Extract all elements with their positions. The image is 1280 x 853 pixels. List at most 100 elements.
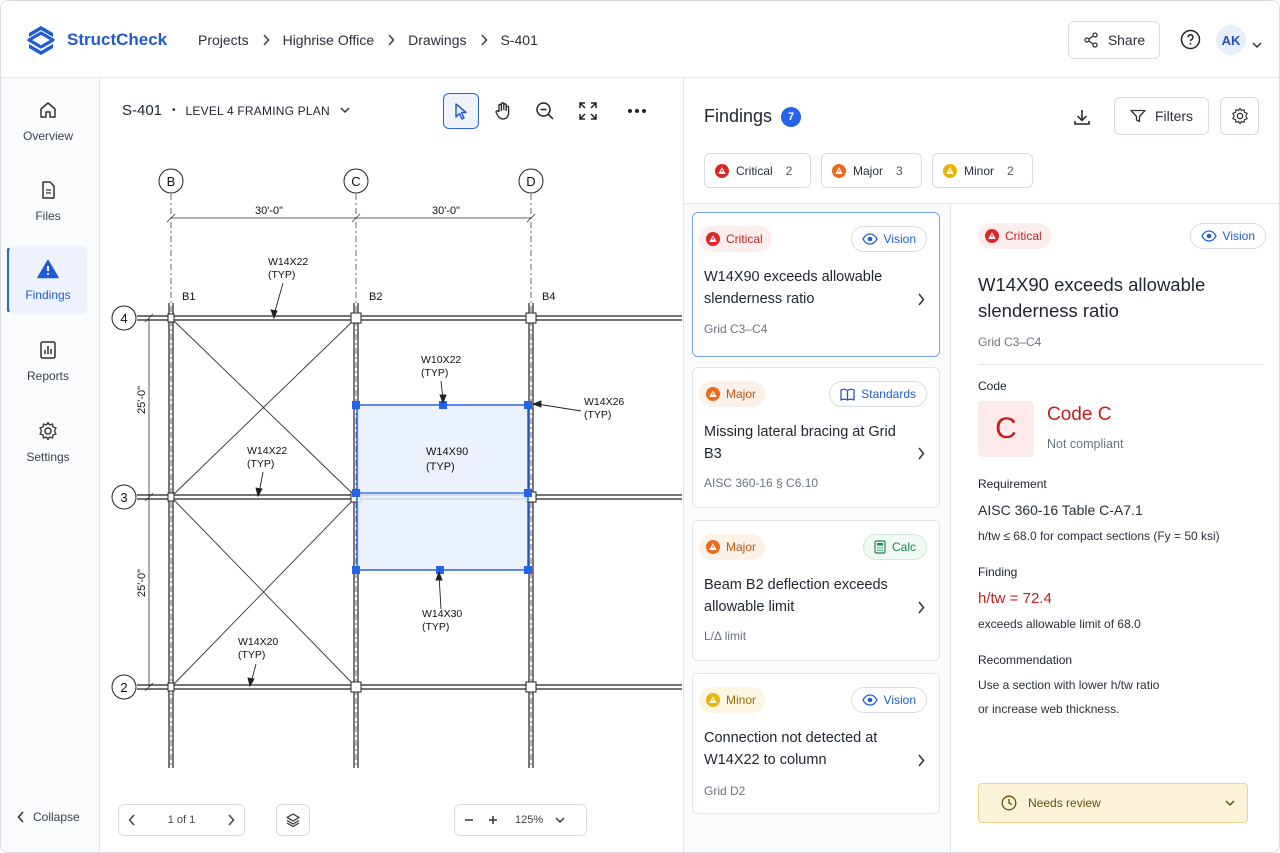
highlighted-beam-selection[interactable] <box>352 401 532 574</box>
source-badge: Vision <box>1189 223 1266 249</box>
finding-card[interactable]: Major Standards Missing lateral bracing … <box>692 367 940 508</box>
filter-chip-critical[interactable]: Critical 2 <box>704 153 811 188</box>
avatar[interactable]: AK <box>1216 25 1246 55</box>
beam-size-label: W14X22 <box>247 445 287 457</box>
review-status-label: Needs review <box>1028 796 1101 810</box>
app-window: StructCheck Projects Highrise Office Dra… <box>0 0 1280 853</box>
breadcrumb: Projects Highrise Office Drawings S-401 <box>198 32 538 48</box>
critical-icon <box>706 232 720 246</box>
finding-label: Finding <box>978 565 1018 579</box>
beam-size-label: W14X26 <box>584 396 624 408</box>
chevron-right-icon <box>918 293 925 306</box>
chevron-right-icon[interactable] <box>227 814 235 826</box>
chip-label: Critical <box>736 163 773 178</box>
finding-card[interactable]: Critical Vision W14X90 exceeds allowable… <box>692 212 940 357</box>
finding-value: h/tw = 72.4 <box>978 590 1052 607</box>
warning-icon <box>37 259 59 278</box>
severity-label: Critical <box>1005 229 1042 243</box>
sidebar-item-files[interactable]: Files <box>9 167 87 235</box>
sidebar-item-overview[interactable]: Overview <box>9 87 87 155</box>
filters-button[interactable]: Filters <box>1114 97 1209 135</box>
svg-text:4: 4 <box>120 311 127 326</box>
beam-size-label: W14X22 <box>268 256 308 268</box>
filter-chip-minor[interactable]: Minor 2 <box>932 153 1033 188</box>
clock-icon <box>1001 795 1017 811</box>
chevron-left-icon[interactable] <box>128 814 136 826</box>
finding-title: Missing lateral bracing at Grid B3 <box>704 424 896 462</box>
code-grade-box: C <box>978 401 1034 457</box>
sidebar-item-label: Findings <box>25 287 71 302</box>
beam-size-label: W14X30 <box>422 608 462 620</box>
chip-count: 2 <box>1007 163 1014 178</box>
file-icon <box>42 180 55 199</box>
book-icon <box>840 388 855 401</box>
chevron-down-icon[interactable] <box>555 816 565 824</box>
breadcrumb-drawings[interactable]: Drawings <box>408 32 466 48</box>
dimension-label: 25'-0" <box>136 386 148 414</box>
panel-settings-button[interactable] <box>1220 97 1259 135</box>
framing-plan-canvas[interactable]: B C D 4 3 2 30'-0" 30'-0" 25'-0" 25'-0" … <box>101 78 682 778</box>
chevron-down-icon <box>1225 799 1235 806</box>
finding-card[interactable]: Major Calc Beam B2 deflection exceeds al… <box>692 520 940 661</box>
grid-bubble-4: 4 <box>111 305 137 331</box>
svg-text:2: 2 <box>120 680 127 695</box>
sidebar-item-label: Settings <box>26 449 70 464</box>
finding-title: Connection not detected at W14X22 to col… <box>704 730 878 768</box>
svg-text:D: D <box>526 174 535 189</box>
drawing-viewer: S-401 • LEVEL 4 FRAMING PLAN B C D 4 3 2… <box>101 78 682 852</box>
major-icon <box>706 387 720 401</box>
major-icon <box>832 163 846 178</box>
finding-card[interactable]: Minor Vision Connection not detected at … <box>692 673 940 814</box>
svg-text:C: C <box>351 174 360 189</box>
severity-badge: Critical <box>978 223 1051 249</box>
share-button[interactable]: Share <box>1068 21 1160 59</box>
breadcrumb-projects[interactable]: Projects <box>198 32 249 48</box>
chevron-left-icon <box>17 811 24 823</box>
logo[interactable]: StructCheck <box>25 24 167 56</box>
filters-label: Filters <box>1154 108 1194 124</box>
severity-badge: Major <box>699 381 766 407</box>
filter-icon <box>1130 109 1146 123</box>
severity-label: Critical <box>726 232 763 246</box>
finding-text: exceeds allowable limit of 68.0 <box>978 617 1141 631</box>
detail-title: W14X90 exceeds allowable slenderness rat… <box>978 274 1206 321</box>
sidebar-item-findings[interactable]: Findings <box>9 246 87 314</box>
sidebar-item-reports[interactable]: Reports <box>9 327 87 395</box>
finding-detail: Critical Vision W14X90 exceeds allowable… <box>952 203 1279 852</box>
beam-label-b4: B4 <box>542 291 555 303</box>
collapse-label: Collapse <box>33 810 80 824</box>
beam-label-b1: B1 <box>182 291 195 303</box>
finding-title: Beam B2 deflection exceeds allowable lim… <box>704 577 888 615</box>
breadcrumb-project[interactable]: Highrise Office <box>283 32 375 48</box>
divider <box>978 364 1264 365</box>
collapse-button[interactable]: Collapse <box>17 810 80 824</box>
chevron-right-icon <box>480 34 488 46</box>
finding-title: W14X90 exceeds allowable slenderness rat… <box>704 269 883 307</box>
chip-label: Major <box>853 163 884 178</box>
zoom-level[interactable]: 125% <box>515 814 543 826</box>
breadcrumb-sheet[interactable]: S-401 <box>501 32 538 48</box>
gear-icon <box>39 421 57 440</box>
help-icon[interactable] <box>1180 29 1201 55</box>
filter-chip-major[interactable]: Major 3 <box>821 153 922 188</box>
typ-label: (TYP) <box>426 461 455 473</box>
sidebar-item-settings[interactable]: Settings <box>9 408 87 476</box>
download-button[interactable] <box>1070 105 1094 129</box>
chevron-right-icon <box>387 34 395 46</box>
grid-bubble-d: D <box>518 168 544 194</box>
review-status-dropdown[interactable]: Needs review <box>978 783 1248 823</box>
chevron-down-icon[interactable] <box>1252 36 1262 54</box>
layers-button[interactable] <box>276 804 310 836</box>
chip-count: 2 <box>785 163 793 178</box>
eye-icon <box>861 233 878 245</box>
plus-icon[interactable] <box>487 814 499 826</box>
finding-location: L/Δ limit <box>704 629 747 643</box>
beam-size-label: W10X22 <box>421 354 461 366</box>
minus-icon[interactable] <box>463 814 475 826</box>
finding-location: Grid C3–C4 <box>704 322 768 336</box>
recommendation-text: Use a section with lower h/tw ratio <box>978 678 1160 692</box>
structcheck-logo-icon <box>27 26 55 55</box>
svg-text:3: 3 <box>120 490 127 505</box>
sidebar: Overview Files Findings Reports Settings… <box>1 78 100 852</box>
beam-size-label-w14x90: W14X90 <box>426 446 468 458</box>
